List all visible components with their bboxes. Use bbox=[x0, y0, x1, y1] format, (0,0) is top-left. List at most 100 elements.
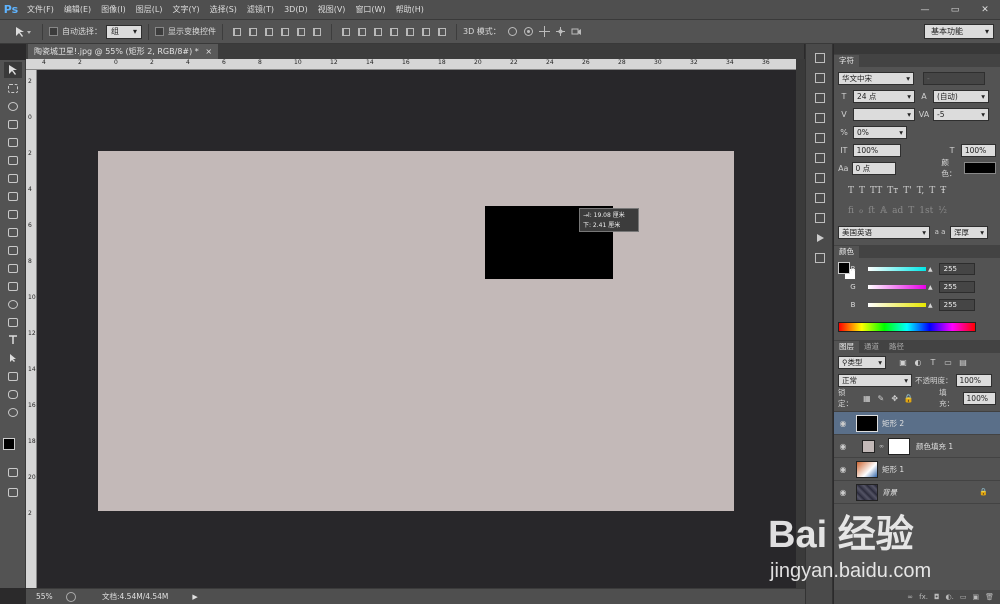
swatches-panel-icon[interactable] bbox=[811, 150, 829, 166]
3d-slide-icon[interactable] bbox=[555, 26, 567, 38]
language-select[interactable]: 美国英语 ▾ bbox=[838, 225, 930, 239]
green-value-field[interactable]: 255 bbox=[938, 281, 975, 293]
paragraph-panel-icon[interactable] bbox=[811, 170, 829, 186]
layer-row-rect2[interactable]: ◉ 矩形 2 bbox=[834, 412, 1000, 435]
baseline-field[interactable]: 0 点 bbox=[851, 161, 897, 175]
align-hcenter-icon[interactable] bbox=[295, 26, 307, 38]
small-caps-button[interactable]: Tт bbox=[887, 186, 898, 196]
leading-field[interactable]: (自动) ▾ bbox=[933, 89, 989, 103]
eyedropper-tool-icon[interactable] bbox=[4, 152, 22, 168]
minimize-button[interactable]: — bbox=[910, 1, 940, 19]
close-tab-icon[interactable]: × bbox=[205, 47, 212, 56]
lock-pixels-icon[interactable]: ✎ bbox=[875, 394, 886, 403]
vertical-scrollbar[interactable] bbox=[796, 59, 805, 588]
move-tool-preset-icon[interactable] bbox=[12, 26, 34, 38]
gradient-tool-icon[interactable] bbox=[4, 260, 22, 276]
lock-transparent-icon[interactable]: ▦ bbox=[861, 394, 872, 403]
layer-row-background[interactable]: ◉ 背景 🔒 bbox=[834, 481, 1000, 504]
new-layer-icon[interactable]: ▣ bbox=[972, 593, 979, 601]
tab-channels[interactable]: 通道 bbox=[859, 341, 884, 353]
font-family-select[interactable]: 华文中宋 ▾ bbox=[838, 71, 914, 85]
dodge-tool-icon[interactable] bbox=[4, 296, 22, 312]
fill-field[interactable]: 100% bbox=[962, 391, 996, 405]
distribute-right-icon[interactable] bbox=[420, 26, 432, 38]
discretionary-lig-button[interactable]: ﬅ bbox=[868, 206, 875, 216]
strikethrough-button[interactable]: Ŧ bbox=[940, 186, 946, 196]
hand-tool-icon[interactable] bbox=[4, 386, 22, 402]
antialias-select[interactable]: 浑厚 ▾ bbox=[950, 225, 988, 239]
history-panel-icon[interactable] bbox=[811, 50, 829, 66]
tab-character[interactable]: 字符 bbox=[834, 55, 859, 67]
path-selection-tool-icon[interactable] bbox=[4, 350, 22, 366]
healing-brush-tool-icon[interactable] bbox=[4, 170, 22, 186]
lasso-tool-icon[interactable] bbox=[4, 98, 22, 114]
subscript-button[interactable]: T, bbox=[917, 186, 925, 196]
underline-button[interactable]: T bbox=[929, 186, 935, 196]
eraser-tool-icon[interactable] bbox=[4, 242, 22, 258]
superscript-button[interactable]: T' bbox=[903, 186, 911, 196]
filter-pixel-icon[interactable]: ▣ bbox=[897, 358, 909, 367]
faux-bold-button[interactable]: T bbox=[848, 186, 854, 196]
3d-rotate-icon[interactable] bbox=[507, 26, 519, 38]
color-spectrum-ramp[interactable] bbox=[838, 322, 976, 332]
history-brush-tool-icon[interactable] bbox=[4, 224, 22, 240]
font-style-select[interactable]: - bbox=[923, 71, 985, 85]
auto-select-checkbox[interactable]: 自动选择： bbox=[49, 26, 102, 37]
horizontal-scale-field[interactable]: 100% bbox=[960, 143, 997, 157]
document-canvas[interactable]: →l: 19.08 厘米 下: 2.41 厘米 bbox=[98, 151, 734, 511]
quick-mask-icon[interactable] bbox=[4, 464, 22, 480]
menu-help[interactable]: 帮助(H) bbox=[391, 4, 429, 15]
3d-drag-icon[interactable] bbox=[539, 26, 551, 38]
blue-value-field[interactable]: 255 bbox=[938, 299, 975, 311]
menu-file[interactable]: 文件(F) bbox=[22, 4, 59, 15]
filter-type-icon[interactable]: T bbox=[927, 358, 939, 367]
clone-source-panel-icon[interactable] bbox=[811, 190, 829, 206]
menu-3d[interactable]: 3D(D) bbox=[279, 5, 313, 14]
opacity-field[interactable]: 100% bbox=[955, 373, 992, 387]
document-tab[interactable]: 陶瓷城卫星!.jpg @ 55% (矩形 2, RGB/8#) * × bbox=[28, 44, 218, 59]
kerning-field[interactable]: ▾ bbox=[853, 107, 915, 121]
restore-button[interactable]: ▭ bbox=[940, 1, 970, 19]
actions-play-icon[interactable] bbox=[811, 230, 829, 246]
auto-select-dropdown[interactable]: 组 ▾ bbox=[106, 24, 142, 39]
titling-alt-button[interactable]: T bbox=[908, 206, 914, 216]
zoom-level[interactable]: 55% bbox=[36, 592, 62, 601]
blue-slider[interactable] bbox=[868, 303, 926, 307]
tab-color[interactable]: 颜色 bbox=[834, 246, 859, 258]
status-menu-arrow[interactable]: ▶ bbox=[192, 593, 197, 601]
blur-tool-icon[interactable] bbox=[4, 278, 22, 294]
pen-tool-icon[interactable] bbox=[4, 314, 22, 330]
faux-italic-button[interactable]: T bbox=[859, 186, 865, 196]
menu-layer[interactable]: 图层(L) bbox=[131, 4, 168, 15]
swash-button[interactable]: 𝔸 bbox=[880, 206, 887, 216]
canvas-workspace[interactable]: →l: 19.08 厘米 下: 2.41 厘米 bbox=[37, 70, 796, 588]
visibility-eye-icon[interactable]: ◉ bbox=[834, 465, 852, 474]
rectangle-tool-icon[interactable] bbox=[4, 368, 22, 384]
adjustments-panel-icon[interactable] bbox=[811, 110, 829, 126]
layer-filter-select[interactable]: ⚲ 类型 ▾ bbox=[838, 355, 886, 369]
align-right-icon[interactable] bbox=[311, 26, 323, 38]
adjustment-layer-icon[interactable]: ◐. bbox=[946, 593, 954, 601]
filter-smart-icon[interactable]: ▤ bbox=[957, 358, 969, 367]
clone-stamp-tool-icon[interactable] bbox=[4, 206, 22, 222]
layer-row-color-fill[interactable]: ◉ ∞ 颜色填充 1 bbox=[834, 435, 1000, 458]
status-share-icon[interactable] bbox=[66, 591, 76, 602]
add-mask-icon[interactable]: ◘ bbox=[934, 593, 940, 601]
text-color-swatch[interactable] bbox=[964, 162, 996, 174]
tab-layers[interactable]: 图层 bbox=[834, 341, 859, 353]
show-transform-checkbox[interactable]: 显示变换控件 bbox=[155, 26, 216, 37]
auto-align-icon[interactable] bbox=[436, 26, 448, 38]
visibility-eye-icon[interactable]: ◉ bbox=[834, 488, 852, 497]
link-layers-icon[interactable]: ∞ bbox=[907, 593, 913, 601]
crop-tool-icon[interactable] bbox=[4, 134, 22, 150]
red-value-field[interactable]: 255 bbox=[938, 263, 975, 275]
align-left-icon[interactable] bbox=[279, 26, 291, 38]
layer-row-rect1[interactable]: ◉ 矩形 1 bbox=[834, 458, 1000, 481]
distribute-hcenter-icon[interactable] bbox=[404, 26, 416, 38]
magic-wand-tool-icon[interactable] bbox=[4, 116, 22, 132]
zoom-tool-icon[interactable] bbox=[4, 404, 22, 420]
tab-paths[interactable]: 路径 bbox=[884, 341, 909, 353]
align-vcenter-icon[interactable] bbox=[247, 26, 259, 38]
close-window-button[interactable]: ✕ bbox=[970, 1, 1000, 19]
distribute-left-icon[interactable] bbox=[388, 26, 400, 38]
